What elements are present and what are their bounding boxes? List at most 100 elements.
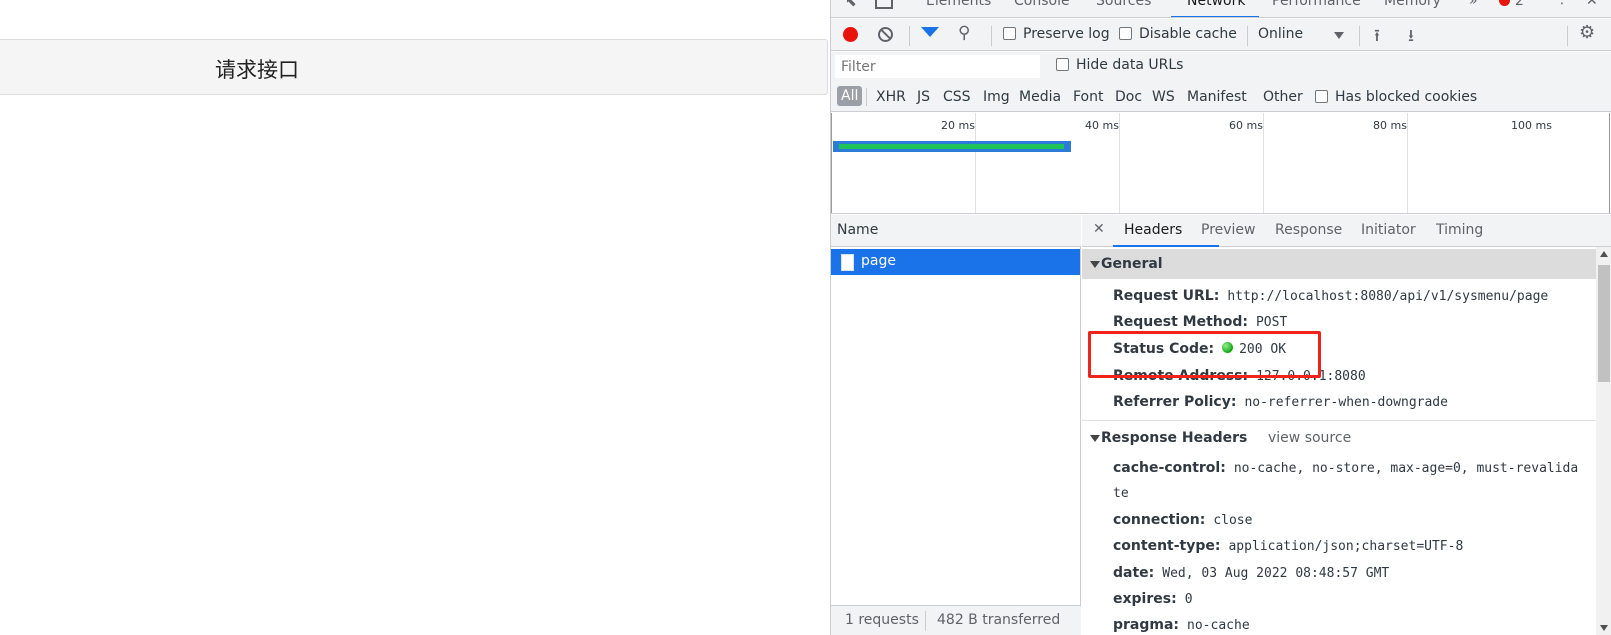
header-key: connection: (1113, 512, 1206, 528)
import-har-icon[interactable]: ⭱ (1374, 23, 1380, 52)
header-value: POST (1255, 315, 1288, 330)
device-toolbar-icon[interactable] (875, 0, 893, 9)
filter-row: Hide data URLs (831, 52, 1611, 82)
more-tabs-icon[interactable]: » (1469, 0, 1478, 9)
header-value: te (1113, 486, 1129, 501)
tab-performance[interactable]: Performance (1272, 0, 1361, 9)
transferred-size: 482 B transferred (937, 612, 1061, 628)
type-manifest[interactable]: Manifest (1187, 89, 1247, 105)
type-doc[interactable]: Doc (1115, 89, 1142, 105)
disable-cache-checkbox[interactable]: Disable cache (1119, 26, 1237, 42)
tab-preview[interactable]: Preview (1201, 222, 1256, 238)
type-ws[interactable]: WS (1152, 89, 1175, 105)
header-row: Referrer Policy: no-referrer-when-downgra… (1113, 394, 1448, 410)
header-value: no-cache, no-store, max-age=0, must-reva… (1233, 461, 1579, 476)
type-img[interactable]: Img (983, 89, 1010, 105)
header-key: expires: (1113, 591, 1177, 607)
tick-label: 80 ms (1373, 119, 1407, 132)
tab-elements[interactable]: Elements (926, 0, 991, 9)
tab-timing[interactable]: Timing (1436, 222, 1483, 238)
export-har-icon[interactable]: ⭳ (1408, 23, 1414, 52)
menu-icon[interactable]: ⋮ (1555, 0, 1569, 7)
header-key: Referrer Policy: (1113, 394, 1237, 410)
scroll-thumb[interactable] (1598, 265, 1610, 382)
error-count: 2 (1515, 0, 1524, 9)
devtools-panel: ⬉ Elements Console Sources Network Perfo… (830, 0, 1611, 635)
tick-label: 40 ms (1085, 119, 1119, 132)
inspect-icon[interactable]: ⬉ (845, 0, 857, 10)
chevron-down-icon[interactable] (1334, 32, 1344, 39)
header-key: pragma: (1113, 617, 1180, 633)
active-tab-underline (1113, 245, 1219, 247)
request-api-button[interactable]: 请求接口 (215, 54, 299, 84)
clear-icon[interactable] (878, 27, 893, 42)
view-source-link[interactable]: view source (1268, 430, 1351, 446)
response-headers-section-header[interactable]: Response Headers view source (1082, 423, 1596, 453)
type-font[interactable]: Font (1073, 89, 1103, 105)
type-other[interactable]: Other (1263, 89, 1303, 105)
filter-input[interactable] (835, 55, 1040, 78)
tab-initiator[interactable]: Initiator (1361, 222, 1416, 238)
scroll-up-icon[interactable] (1600, 251, 1608, 257)
has-blocked-cookies-checkbox[interactable]: Has blocked cookies (1315, 89, 1477, 105)
header-row: expires: 0 (1113, 591, 1193, 607)
search-icon[interactable]: ⚲ (958, 23, 970, 43)
tick-label: 20 ms (941, 119, 975, 132)
general-section-header[interactable]: General (1082, 249, 1596, 279)
error-icon[interactable] (1499, 0, 1510, 6)
header-row: content-type: application/json;charset=UT… (1113, 538, 1463, 554)
gear-icon[interactable]: ⚙ (1579, 22, 1595, 43)
header-value: no-referrer-when-downgrade (1244, 395, 1448, 410)
resource-type-filter: All XHR JS CSS Img Media Font Doc WS Man… (831, 82, 1611, 112)
header-value: 0 (1184, 592, 1193, 607)
section-title: Response Headers (1101, 430, 1248, 446)
request-name: page (861, 253, 896, 269)
timing-bar-download (839, 144, 1064, 149)
type-xhr[interactable]: XHR (876, 89, 906, 105)
request-row[interactable]: page (831, 249, 1080, 275)
header-row: Request Method: POST (1113, 314, 1287, 330)
type-js[interactable]: JS (917, 89, 930, 105)
header-value: Wed, 03 Aug 2022 08:48:57 GMT (1162, 566, 1390, 581)
document-icon (841, 254, 854, 271)
request-count: 1 requests (845, 612, 919, 628)
type-all[interactable]: All (837, 86, 863, 106)
record-icon[interactable] (843, 27, 858, 42)
network-toolbar: ⚲ Preserve log Disable cache Online ⭱ ⭳ … (831, 19, 1611, 51)
tab-response[interactable]: Response (1275, 222, 1342, 238)
page-viewport: 请求接口 (0, 0, 828, 635)
header-row: date: Wed, 03 Aug 2022 08:48:57 GMT (1113, 565, 1389, 581)
header-key: cache-control: (1113, 460, 1226, 476)
request-detail: ✕ Headers Preview Response Initiator Tim… (1082, 215, 1611, 635)
name-column-header[interactable]: Name (831, 215, 1081, 247)
header-row: cache-control: no-cache, no-store, max-ag… (1113, 460, 1578, 476)
filter-icon[interactable] (921, 27, 939, 37)
header-value: http://localhost:8080/api/v1/sysmenu/pag… (1227, 289, 1549, 304)
type-css[interactable]: CSS (943, 89, 971, 105)
header-value: close (1213, 513, 1253, 528)
header-key: Request URL: (1113, 288, 1220, 304)
type-media[interactable]: Media (1019, 89, 1061, 105)
header-row: pragma: no-cache (1113, 617, 1250, 635)
tab-console[interactable]: Console (1014, 0, 1070, 9)
header-key: content-type: (1113, 538, 1221, 554)
caret-down-icon (1090, 261, 1100, 268)
active-tab-underline (1171, 16, 1259, 17)
network-overview[interactable]: 20 ms 40 ms 60 ms 80 ms 100 ms (831, 113, 1611, 214)
header-value: no-cache (1187, 618, 1250, 633)
tick-label: 60 ms (1229, 119, 1263, 132)
header-row-continued: te (1113, 485, 1129, 501)
scroll-down-icon[interactable] (1600, 625, 1608, 631)
scrollbar[interactable] (1596, 247, 1611, 635)
hide-data-urls-checkbox[interactable]: Hide data URLs (1056, 57, 1183, 73)
tab-headers[interactable]: Headers (1124, 222, 1182, 238)
tab-network[interactable]: Network (1187, 0, 1245, 9)
header-key: date: (1113, 565, 1155, 581)
close-detail-icon[interactable]: ✕ (1093, 221, 1105, 237)
caret-down-icon (1090, 435, 1100, 442)
tab-sources[interactable]: Sources (1096, 0, 1151, 9)
preserve-log-checkbox[interactable]: Preserve log (1003, 26, 1110, 42)
throttling-select[interactable]: Online (1258, 26, 1303, 42)
close-icon[interactable]: ✕ (1586, 0, 1598, 9)
tab-memory[interactable]: Memory (1384, 0, 1441, 9)
